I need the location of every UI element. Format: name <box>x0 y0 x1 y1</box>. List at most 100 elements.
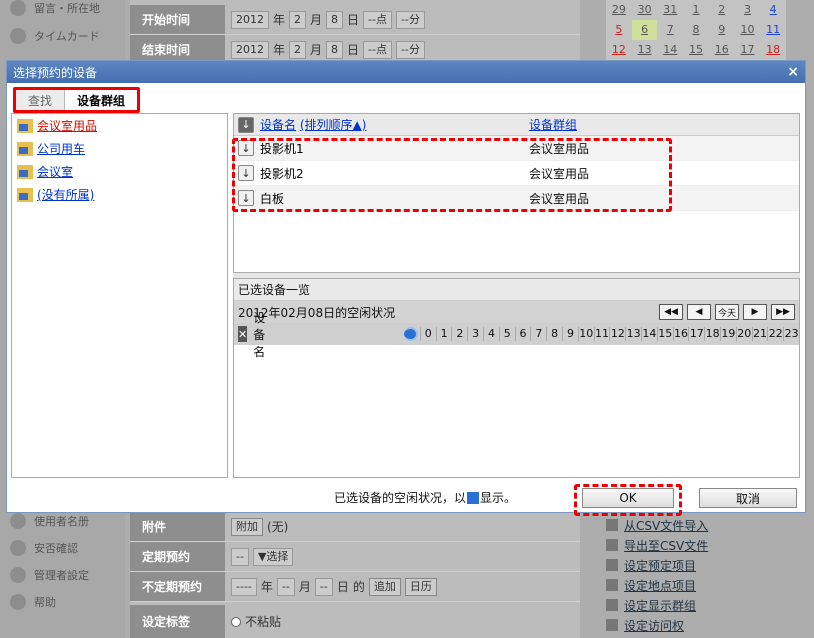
cal-day[interactable]: 16 <box>709 40 735 60</box>
group-item-company-car[interactable]: 公司用车 <box>12 137 227 160</box>
dialog-footer: 已选设备的空闲状况，以 显示。 OK 取消 <box>9 481 803 516</box>
rows-highlight <box>232 138 672 212</box>
irregular-row: 不定期预约 ---- 年 -- 月 -- 日 的 追加 日历 <box>130 572 580 602</box>
folder-icon <box>17 141 33 156</box>
user-list-icon <box>10 513 26 529</box>
nav-item-admin[interactable]: 管理者設定 <box>10 567 89 583</box>
pencil-icon <box>606 599 618 611</box>
periodic-select-2[interactable]: ▼选择 <box>252 547 294 566</box>
cal-day[interactable]: 31 <box>657 0 683 20</box>
attach-none: (无) <box>267 520 289 534</box>
cal-day[interactable]: 6 <box>631 20 658 40</box>
next-day-button[interactable]: ▶ <box>743 304 767 320</box>
start-day-select[interactable]: 8 <box>326 10 344 29</box>
link-set-items[interactable]: 设定预定项目 <box>606 555 806 575</box>
blue-square-icon <box>467 491 480 504</box>
close-icon[interactable]: × <box>787 64 799 80</box>
irregular-add-button[interactable]: 追加 <box>368 577 401 596</box>
end-day-select[interactable]: 8 <box>326 40 344 59</box>
tab-equipment-group[interactable]: 设备群组 <box>64 90 138 110</box>
sort-order-link[interactable]: (排列顺序▲) <box>300 118 367 132</box>
link-set-location[interactable]: 设定地点项目 <box>606 575 806 595</box>
tabs-highlight: 查找 设备群组 <box>13 87 141 113</box>
start-hour-select[interactable]: --点 <box>363 10 392 29</box>
add-all-icon[interactable]: ↓ <box>238 116 254 133</box>
cal-day[interactable]: 14 <box>657 40 683 60</box>
start-year-select[interactable]: 2012 <box>231 10 269 29</box>
group-item-meeting-supplies[interactable]: 会议室用品 <box>12 114 227 137</box>
link-import-csv[interactable]: 从CSV文件导入 <box>606 515 806 535</box>
nav-item-user-list[interactable]: 使用者名册 <box>10 513 89 529</box>
folder-icon <box>17 118 33 133</box>
cal-day[interactable]: 30 <box>632 0 658 20</box>
cal-day[interactable]: 13 <box>632 40 658 60</box>
clock-icon <box>10 28 26 44</box>
cal-day[interactable]: 10 <box>735 20 761 40</box>
nav-item-location[interactable]: 留言・所在地 <box>10 0 100 16</box>
irregular-day-select[interactable]: -- <box>314 577 333 596</box>
pencil-icon <box>606 559 618 571</box>
periodic-select-1[interactable]: -- <box>231 547 249 566</box>
cal-day[interactable]: 11 <box>760 20 786 40</box>
cal-day[interactable]: 3 <box>735 0 761 20</box>
group-tree-pane: 会议室用品 公司用车 会议室 (没有所属) <box>11 113 228 478</box>
dialog-titlebar: 选择预约的设备 × <box>7 61 805 83</box>
prev-day-button[interactable]: ◀ <box>686 304 711 320</box>
group-item-none[interactable]: (没有所属) <box>12 183 227 206</box>
irregular-year-select[interactable]: ---- <box>231 577 257 596</box>
cal-day[interactable]: 7 <box>657 20 683 40</box>
periodic-label: 定期预约 <box>130 542 225 571</box>
group-item-meeting-room[interactable]: 会议室 <box>12 160 227 183</box>
end-minute-select[interactable]: --分 <box>396 40 425 59</box>
cal-day[interactable]: 2 <box>709 0 735 20</box>
end-year-select[interactable]: 2012 <box>231 40 269 59</box>
dialog-title: 选择预约的设备 <box>13 65 98 80</box>
nav-item-help[interactable]: 帮助 <box>10 594 56 610</box>
tab-bar: 查找 设备群组 <box>9 85 803 113</box>
remove-all-icon[interactable]: ✕ <box>238 326 248 342</box>
sort-by-group-link[interactable]: 设备群组 <box>529 116 577 133</box>
clock-icon <box>403 327 418 341</box>
link-set-display-group[interactable]: 设定显示群组 <box>606 595 806 615</box>
cancel-button[interactable]: 取消 <box>699 488 797 508</box>
start-minute-select[interactable]: --分 <box>396 10 425 29</box>
start-time-label: 开始时间 <box>130 5 225 34</box>
cal-day[interactable]: 18 <box>760 40 786 60</box>
tag-row: 设定标签 不粘贴 <box>130 605 580 638</box>
tab-search[interactable]: 查找 <box>16 90 65 110</box>
cal-day[interactable]: 15 <box>683 40 709 60</box>
tag-radio-none[interactable] <box>231 616 241 627</box>
cal-day[interactable]: 29 <box>606 0 632 20</box>
pencil-icon <box>606 539 618 551</box>
cal-day[interactable]: 12 <box>606 40 632 60</box>
name-column-header: 设备名 <box>253 310 266 359</box>
nav-item-safety[interactable]: 安否確認 <box>10 540 78 556</box>
cal-day[interactable]: 9 <box>709 20 735 40</box>
cal-day[interactable]: 8 <box>683 20 709 40</box>
link-export-csv[interactable]: 导出至CSV文件 <box>606 535 806 555</box>
help-icon <box>10 594 26 610</box>
end-month-select[interactable]: 2 <box>289 40 307 59</box>
next-week-button[interactable]: ▶▶ <box>771 304 795 320</box>
start-month-select[interactable]: 2 <box>289 10 307 29</box>
sort-by-name-link[interactable]: 设备名 <box>260 118 296 132</box>
cal-day[interactable]: 1 <box>683 0 709 20</box>
end-hour-select[interactable]: --点 <box>363 40 392 59</box>
irregular-calendar-button[interactable]: 日历 <box>404 577 437 596</box>
cal-day[interactable]: 4 <box>760 0 786 20</box>
prev-week-button[interactable]: ◀◀ <box>658 304 683 320</box>
irregular-label: 不定期预约 <box>130 572 225 601</box>
periodic-row: 定期预约 -- ▼选择 <box>130 542 580 572</box>
nav-item-timecard[interactable]: タイムカード <box>10 28 100 44</box>
ok-button[interactable]: OK <box>582 488 674 508</box>
pencil-icon <box>606 619 618 631</box>
start-time-row: 开始时间 2012 年 2月 8日 --点 --分 <box>130 5 580 35</box>
attach-button[interactable]: 附加 <box>231 517 263 536</box>
tag-label: 设定标签 <box>130 605 225 638</box>
link-set-access[interactable]: 设定访问权 <box>606 615 806 635</box>
cal-day[interactable]: 17 <box>735 40 761 60</box>
cal-day[interactable]: 5 <box>606 20 632 40</box>
today-button[interactable]: 今天 <box>714 304 739 320</box>
irregular-month-select[interactable]: -- <box>276 577 295 596</box>
safety-icon <box>10 540 26 556</box>
